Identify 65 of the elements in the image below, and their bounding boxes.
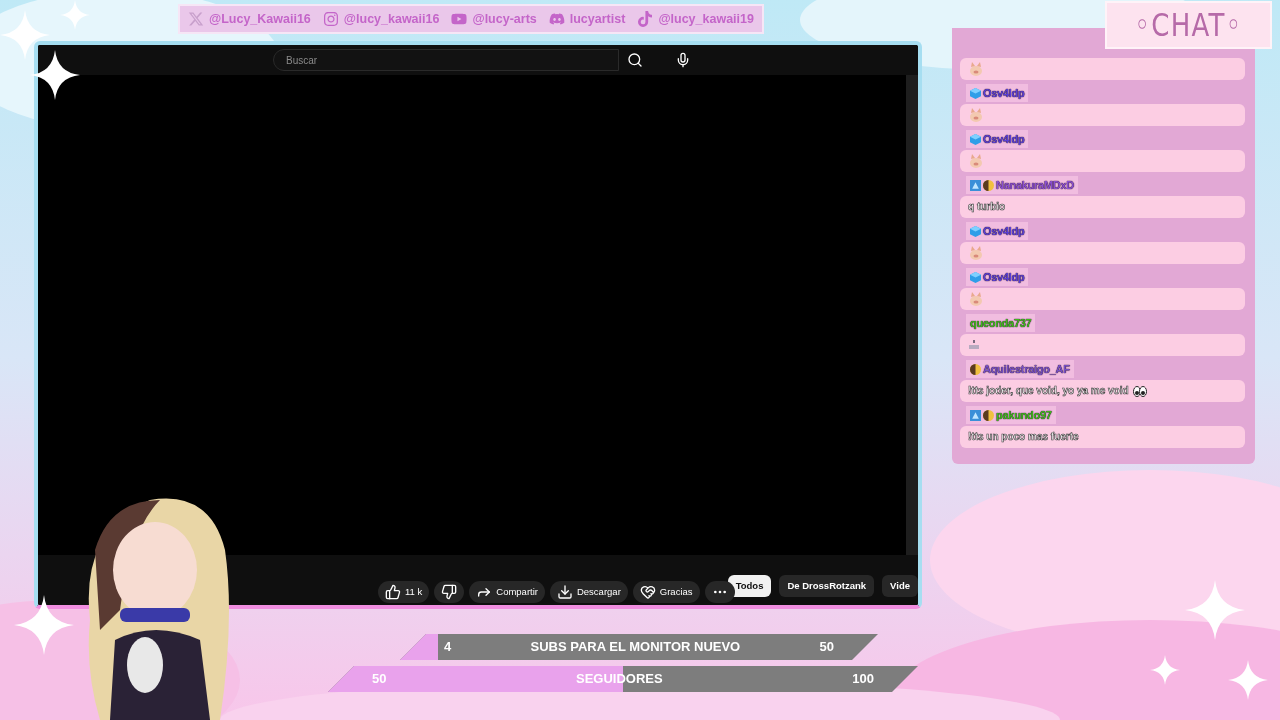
subscriber-badge-icon	[970, 409, 981, 421]
microphone-icon[interactable]	[675, 52, 691, 68]
chat-username: Osv4ldp	[983, 223, 1025, 239]
sparkle-icon	[30, 50, 80, 100]
goal-current-count: 4	[444, 638, 452, 657]
cube-badge-icon	[970, 271, 981, 283]
social-handle: lucyartist	[569, 10, 626, 28]
search-field[interactable]: Buscar	[273, 49, 619, 71]
pig-emote-icon	[968, 291, 984, 307]
video-action-button[interactable]: 11 k	[378, 581, 430, 603]
goal-target-count: 50	[819, 638, 834, 657]
sparkle-icon	[14, 595, 74, 655]
thumbs-up-icon	[385, 584, 401, 600]
social-handle: @lucy_kawaii19	[658, 10, 754, 28]
video-action-button[interactable]: Descargar	[549, 581, 628, 603]
chat-username: Osv4ldp	[983, 85, 1025, 101]
chat-message-text: q turbio	[968, 200, 1006, 214]
chat-username: NanakuraMDxD	[996, 177, 1074, 193]
download-icon	[556, 584, 573, 600]
video-action-button[interactable]: Compartir	[469, 581, 545, 603]
goal-current-count: 50	[372, 670, 387, 689]
chat-username: Osv4ldp	[983, 131, 1025, 147]
social-handle: @lucy_kawaii16	[343, 10, 440, 28]
eyes-emote-icon	[1132, 385, 1147, 397]
instagram-logo-icon	[322, 11, 339, 27]
social-handle: @lucy-arts	[472, 10, 537, 28]
goal-title: SUBS PARA EL MONITOR NUEVO	[530, 638, 741, 657]
chat-title: ◦CHAT◦	[1134, 4, 1243, 46]
sparkle-icon	[60, 0, 90, 30]
moon-badge-icon	[970, 363, 981, 375]
chat-username: Osv4ldp	[983, 269, 1025, 285]
subscriber-badge-icon	[970, 179, 981, 191]
search-icon[interactable]	[627, 52, 643, 68]
chat-username: queonda737	[970, 315, 1032, 331]
cube-badge-icon	[970, 133, 981, 145]
chat-username: pakundo97	[996, 407, 1052, 423]
video-action-button[interactable]	[434, 581, 465, 603]
cube-badge-icon	[970, 87, 981, 99]
filter-chip[interactable]: Todos	[727, 575, 772, 597]
chat-username: Aquilestraigo_AF	[983, 361, 1070, 377]
moon-badge-icon	[983, 179, 994, 191]
chat-message-text: !tts un poco mas fuerte	[968, 430, 1079, 444]
thumbs-down-icon	[441, 584, 458, 600]
sparkle-icon	[1228, 660, 1268, 700]
pig-emote-icon	[968, 61, 984, 77]
pig-emote-icon	[968, 153, 984, 169]
x-logo-icon	[188, 11, 204, 27]
video-action-button[interactable]	[704, 581, 735, 603]
cube-badge-icon	[970, 225, 981, 237]
tiktok-logo-icon	[637, 11, 654, 27]
sparkle-icon	[1150, 655, 1180, 685]
filter-chip[interactable]: Vide	[882, 575, 918, 597]
pig-emote-icon	[968, 245, 984, 261]
social-handle: @Lucy_Kawaii16	[209, 10, 311, 28]
tiny-emote-icon	[968, 340, 980, 350]
sparkle-icon	[0, 10, 50, 60]
chat-message-text: !tts joder, que void, yo ya me void	[968, 384, 1129, 398]
pig-emote-icon	[968, 107, 984, 123]
discord-logo-icon	[548, 11, 565, 27]
video-action-button[interactable]: Gracias	[632, 581, 700, 603]
moon-badge-icon	[983, 409, 994, 421]
youtube-logo-icon	[451, 11, 468, 27]
filter-chip[interactable]: De DrossRotzank	[779, 575, 875, 597]
sparkle-icon	[1185, 580, 1245, 640]
goal-target-count: 100	[852, 670, 874, 689]
